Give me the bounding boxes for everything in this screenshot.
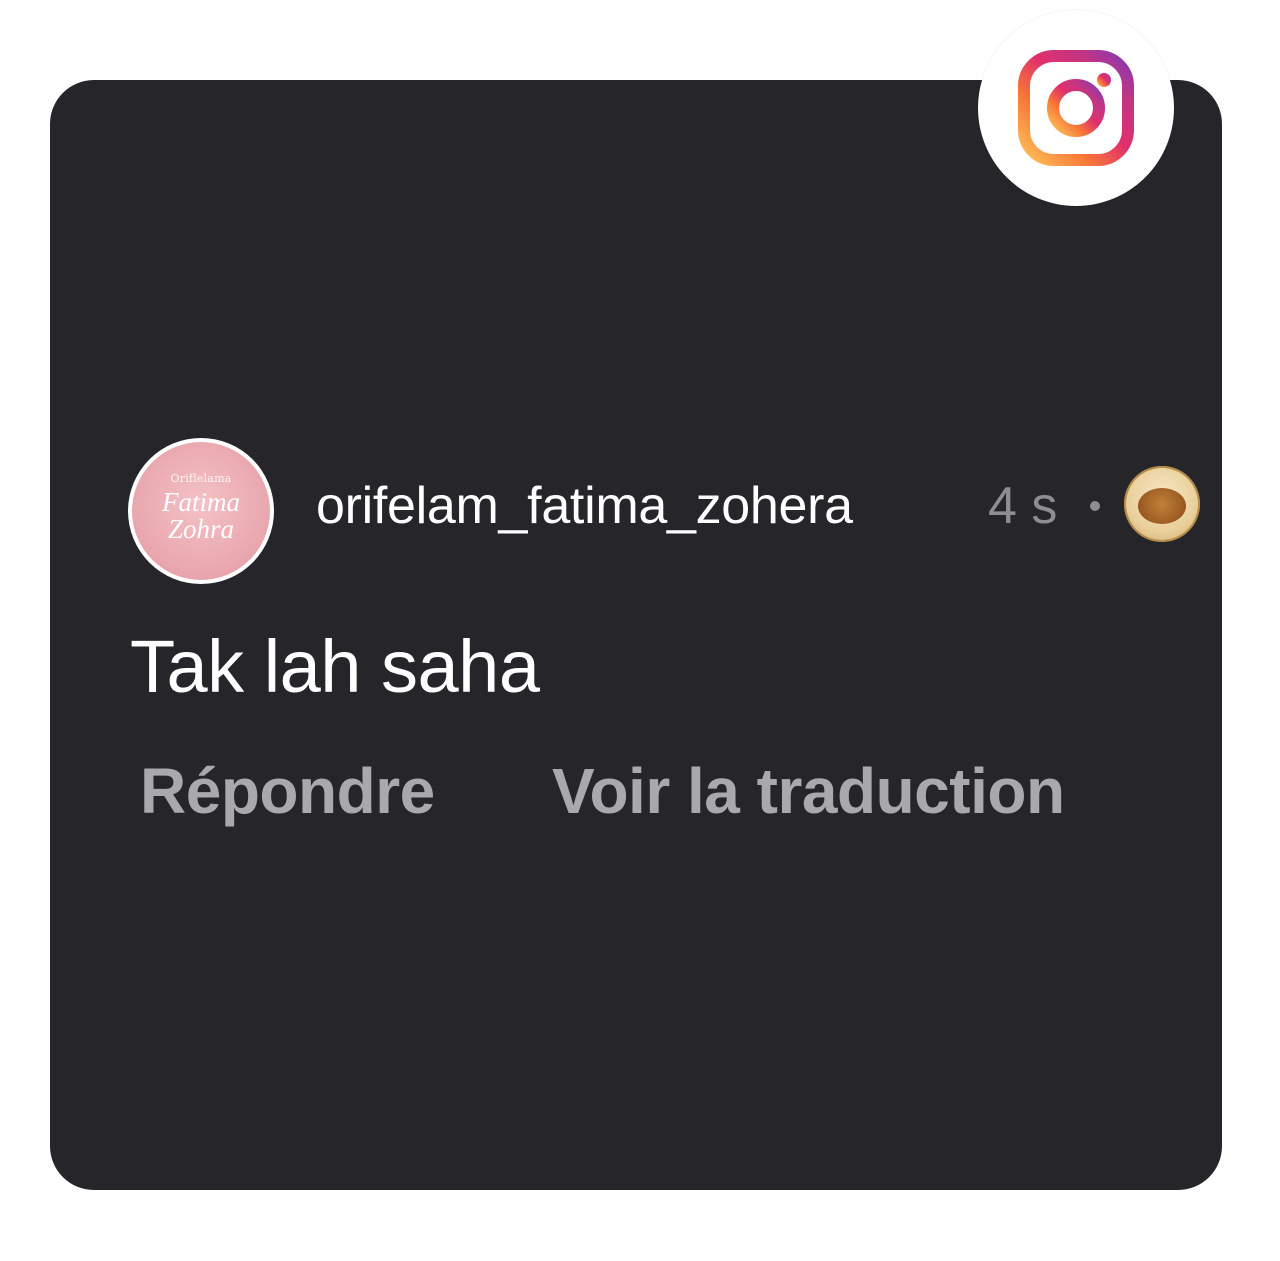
avatar-script-text: Fatima Zohra: [132, 489, 270, 543]
avatar-small-text: Oriflelama: [170, 472, 232, 485]
separator-dot: [1090, 501, 1100, 511]
avatar-image: Oriflelama Fatima Zohra: [132, 442, 270, 580]
avatar-script-line-1: Fatima: [162, 487, 240, 517]
instagram-icon: [1018, 50, 1134, 166]
see-translation-button[interactable]: Voir la traduction: [552, 755, 1065, 827]
avatar[interactable]: Oriflelama Fatima Zohra: [128, 438, 274, 584]
sticker-icon: [1124, 466, 1200, 542]
comment-text: Tak lah saha: [130, 625, 540, 708]
reply-button[interactable]: Répondre: [140, 755, 435, 827]
username[interactable]: orifelam_fatima_zohera: [316, 476, 853, 536]
timestamp: 4 s: [988, 477, 1058, 535]
avatar-script-line-2: Zohra: [167, 514, 235, 544]
sticker-food-image: [1138, 488, 1186, 524]
instagram-badge: [978, 10, 1174, 206]
